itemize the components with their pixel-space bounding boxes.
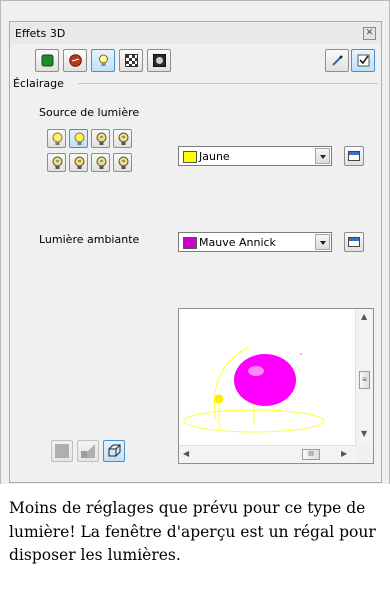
light-preview[interactable]: ▲ ≡ ▼ ◀ III ▶ <box>178 308 374 464</box>
material-icon <box>153 54 166 67</box>
light-bulb-off-icon <box>96 132 107 145</box>
shaded-sphere-icon <box>69 54 82 67</box>
effets-3d-panel: Effets 3D ✕ Éclairage Source de lumière … <box>9 21 382 483</box>
scroll-left-icon[interactable]: ◀ <box>183 449 189 458</box>
light-4-button[interactable] <box>113 129 132 148</box>
textures-button[interactable] <box>119 49 143 72</box>
vertical-scroll-thumb[interactable]: ≡ <box>359 371 370 389</box>
light-bulb-off-icon <box>74 156 85 169</box>
chevron-down-icon[interactable] <box>315 148 330 164</box>
material-button[interactable] <box>147 49 171 72</box>
lighting-color-button[interactable] <box>77 440 99 462</box>
horizontal-scrollbar[interactable]: ◀ III ▶ <box>179 445 356 463</box>
illumination-button[interactable] <box>91 49 115 72</box>
light-color-value: Jaune <box>199 150 230 163</box>
light-6-button[interactable] <box>69 153 88 172</box>
check-icon <box>357 54 370 67</box>
scroll-down-icon[interactable]: ▼ <box>361 429 367 438</box>
vertical-scrollbar[interactable]: ▲ ≡ ▼ <box>355 309 373 446</box>
title-bar: Effets 3D ✕ <box>10 22 381 44</box>
light-1-button[interactable] <box>47 129 66 148</box>
light-bulb-on-icon <box>52 132 63 145</box>
color-button[interactable] <box>51 440 73 462</box>
gray-square-icon <box>55 444 69 458</box>
light-7-button[interactable] <box>91 153 110 172</box>
close-icon[interactable]: ✕ <box>363 27 376 40</box>
color-dialog-icon <box>348 237 360 247</box>
section-divider <box>78 83 378 84</box>
light-3-button[interactable] <box>91 129 110 148</box>
light-bulb-off-icon <box>96 156 107 169</box>
caption-text: Moins de réglages que prévu pour ce type… <box>9 499 376 564</box>
ambient-color-dialog-button[interactable] <box>344 232 364 252</box>
assign-button[interactable] <box>325 49 349 72</box>
ambient-light-label: Lumière ambiante <box>39 233 140 246</box>
cube-outline-icon <box>108 444 122 457</box>
ambient-color-select[interactable]: Mauve Annick <box>178 232 332 252</box>
chevron-down-icon[interactable] <box>315 234 330 250</box>
pipette-icon <box>332 55 343 66</box>
geometry-button[interactable] <box>35 49 59 72</box>
light-bulb-off-icon <box>118 132 129 145</box>
section-label: Éclairage <box>13 77 64 90</box>
scroll-corner <box>356 446 373 463</box>
light-bulb-on-icon <box>74 132 85 145</box>
horizontal-scroll-thumb[interactable]: III <box>302 449 320 460</box>
preview-sphere <box>234 354 296 406</box>
preview-scene <box>183 346 325 433</box>
light-bulb-icon <box>99 54 108 66</box>
ambient-color-value: Mauve Annick <box>199 236 276 249</box>
shading-button[interactable] <box>63 49 87 72</box>
ambient-color-swatch <box>183 237 197 249</box>
light-source-label: Source de lumière <box>39 106 140 119</box>
light-color-dialog-button[interactable] <box>344 146 364 166</box>
light-color-select[interactable]: Jaune <box>178 146 332 166</box>
window-title: Effets 3D <box>15 27 66 40</box>
color-dialog-icon <box>348 151 360 161</box>
green-cube-icon <box>41 54 54 67</box>
light-bulb-off-icon <box>52 156 63 169</box>
update-button[interactable] <box>351 49 375 72</box>
dialog-frame: Effets 3D ✕ Éclairage Source de lumière … <box>0 0 390 484</box>
preview-view-button[interactable] <box>103 440 125 462</box>
light-bulb-off-icon <box>118 156 129 169</box>
light-5-button[interactable] <box>47 153 66 172</box>
light-2-button[interactable] <box>69 129 88 148</box>
light-8-button[interactable] <box>113 153 132 172</box>
light-color-swatch <box>183 151 197 163</box>
lamp-icon <box>81 444 95 458</box>
checker-texture-icon <box>125 54 138 67</box>
scroll-right-icon[interactable]: ▶ <box>341 449 347 458</box>
scroll-up-icon[interactable]: ▲ <box>361 312 367 321</box>
